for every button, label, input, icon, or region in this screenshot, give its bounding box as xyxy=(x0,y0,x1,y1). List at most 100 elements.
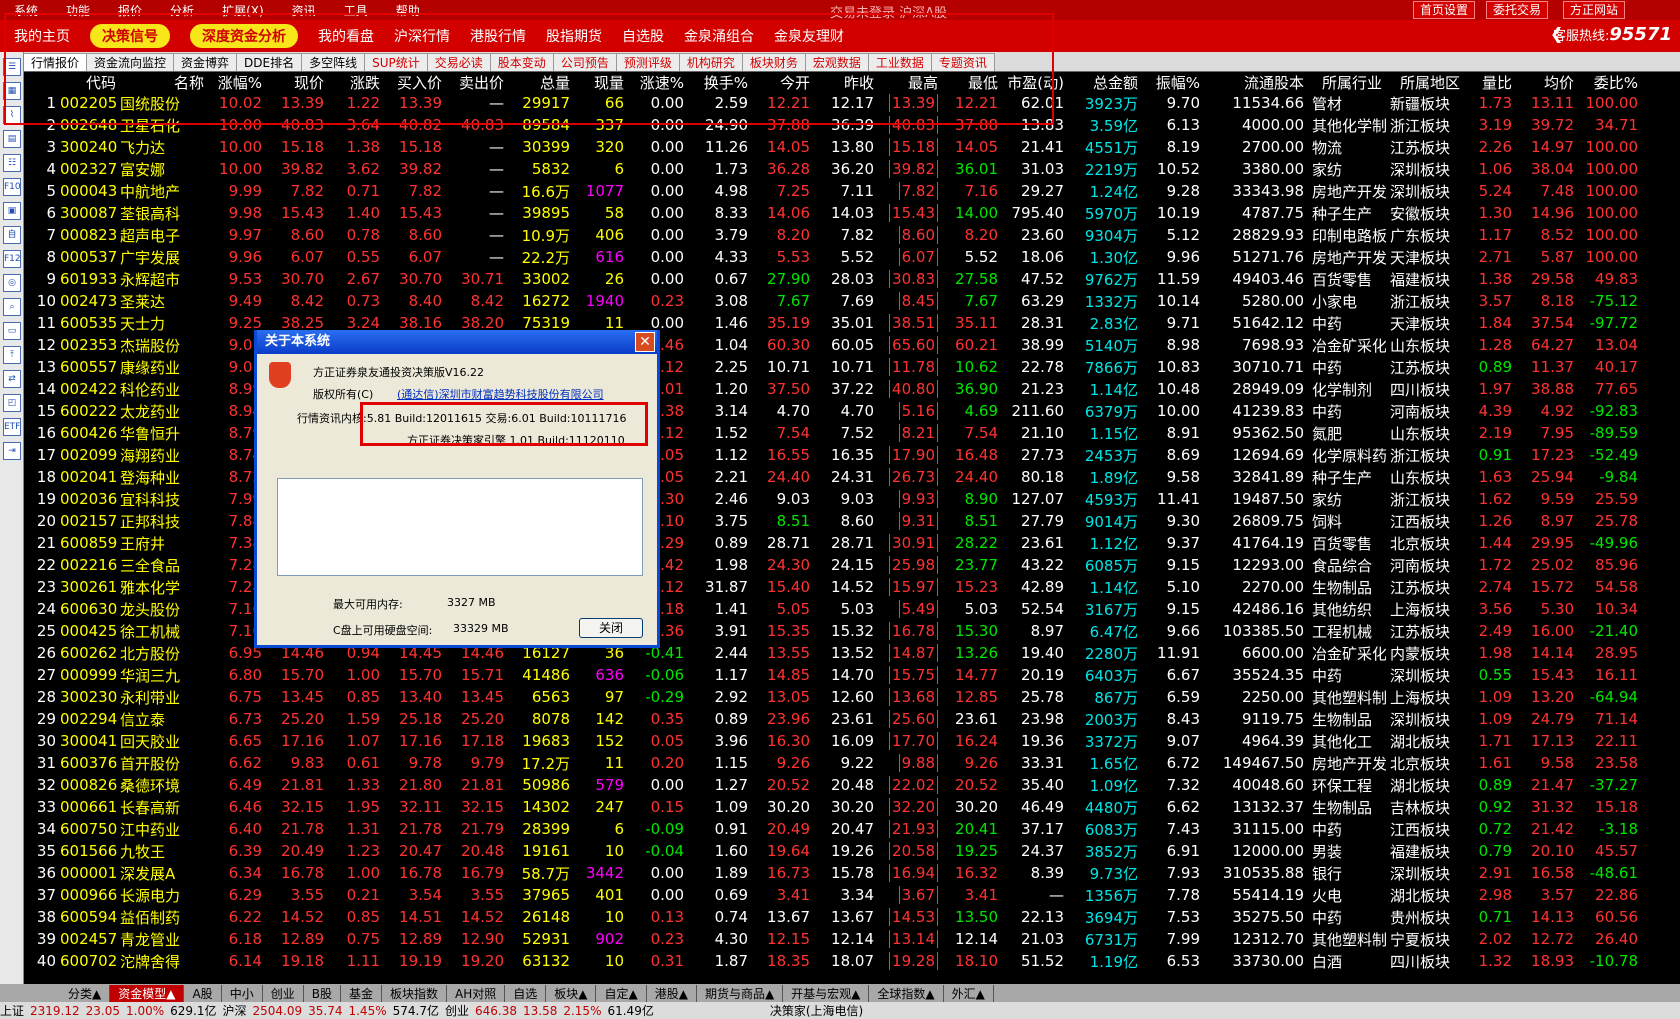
tab-5[interactable]: SUP统计 xyxy=(365,53,428,71)
tab-8[interactable]: 公司预告 xyxy=(553,53,617,71)
bottom-tab[interactable]: 自选 xyxy=(505,984,547,1002)
table-row[interactable]: 36 000001 深发展A 6.34 16.78 1.00 16.78 16.79 58.7万… xyxy=(24,862,1680,884)
menu-item[interactable]: 工具 xyxy=(330,2,382,19)
table-row[interactable]: 6 300087 荃银高科 9.98 15.43 1.40 15.43 — 39895 58 0.0… xyxy=(24,202,1680,224)
column-header[interactable]: 所属地区 xyxy=(1386,72,1464,93)
column-header[interactable]: 涨跌 xyxy=(328,72,384,93)
menu-item[interactable]: 资讯 xyxy=(278,2,330,19)
table-row[interactable]: 33 000661 长春高新 6.46 32.15 1.95 32.11 32.15 14302… xyxy=(24,796,1680,818)
column-header[interactable]: 卖出价 xyxy=(446,72,508,93)
toolbar-icon[interactable]: 自 xyxy=(3,226,21,244)
table-row[interactable]: 27 000999 华润三九 6.80 15.70 1.00 15.70 15.71 41486… xyxy=(24,664,1680,686)
table-row[interactable]: 1 002205 国统股份 10.02 13.39 1.22 13.39 — 29917 66 0.… xyxy=(24,92,1680,114)
toolbar-icon[interactable]: ⌕ xyxy=(3,298,21,316)
menu-item[interactable]: 帮助 xyxy=(382,2,434,19)
dialog-textarea[interactable] xyxy=(277,478,643,576)
tab-6[interactable]: 交易必读 xyxy=(427,53,491,71)
toolbar-icon[interactable]: ⇥ xyxy=(3,442,21,460)
menu-item[interactable]: 分析 xyxy=(156,2,208,19)
top-right-button[interactable]: 委托交易 xyxy=(1486,1,1549,19)
table-row[interactable]: 3 300240 飞力达 10.00 15.18 1.38 15.18 — 30399 320 0.… xyxy=(24,136,1680,158)
column-header[interactable]: 委比% xyxy=(1578,72,1642,93)
table-row[interactable]: 35 601566 九牧王 6.39 20.49 1.23 20.47 20.48 19161 1… xyxy=(24,840,1680,862)
toolbar-icon[interactable]: F12 xyxy=(3,250,21,268)
menu-item[interactable]: 系统 xyxy=(0,2,52,19)
nav-item[interactable]: 自选股 xyxy=(622,26,664,46)
table-row[interactable]: 38 600594 益佰制药 6.22 14.52 0.85 14.51 14.52 26148… xyxy=(24,906,1680,928)
toolbar-icon[interactable]: ETF xyxy=(3,418,21,436)
column-header[interactable]: 市盈(动) xyxy=(1002,72,1068,93)
table-row[interactable]: 28 300230 永利带业 6.75 13.45 0.85 13.40 13.45 6563 9… xyxy=(24,686,1680,708)
bottom-tab[interactable]: 板块▲ xyxy=(546,984,597,1002)
top-right-button[interactable]: 首页设置 xyxy=(1413,1,1476,19)
copyright-link[interactable]: (通达信)深圳市财富趋势科技股份有限公司 xyxy=(397,386,604,402)
column-header[interactable]: 现量 xyxy=(574,72,628,93)
toolbar-icon[interactable]: ⤒ xyxy=(3,346,21,364)
table-row[interactable]: 37 000966 长源电力 6.29 3.55 0.21 3.54 3.55 37965 401… xyxy=(24,884,1680,906)
tab-14[interactable]: 专题资讯 xyxy=(931,53,995,71)
column-header[interactable]: 最低 xyxy=(942,72,1002,93)
tab-1[interactable]: 资金流向监控 xyxy=(87,53,175,71)
column-header[interactable]: 现价 xyxy=(266,72,328,93)
bottom-tab[interactable]: 自定▲ xyxy=(596,984,647,1002)
bottom-tab[interactable]: 基金 xyxy=(341,984,382,1002)
column-header[interactable]: 涨幅% xyxy=(208,72,266,93)
nav-item[interactable]: 决策信号 xyxy=(90,24,170,48)
table-row[interactable]: 40 600702 沱牌舍得 6.14 19.18 1.11 19.19 19.20 63132… xyxy=(24,950,1680,972)
tab-13[interactable]: 工业数据 xyxy=(868,53,932,71)
table-row[interactable]: 32 000826 桑德环境 6.49 21.81 1.33 21.80 21.81 50986… xyxy=(24,774,1680,796)
nav-item[interactable]: 金泉友理财 xyxy=(774,26,844,46)
table-row[interactable]: 9 601933 永辉超市 9.53 30.70 2.67 30.70 30.71 33002 2… xyxy=(24,268,1680,290)
table-row[interactable]: 29 002294 信立泰 6.73 25.20 1.59 25.18 25.20 8078 14… xyxy=(24,708,1680,730)
nav-item[interactable]: 我的主页 xyxy=(14,26,70,46)
menu-item[interactable]: 功能 xyxy=(52,2,104,19)
toolbar-icon[interactable]: ▣ xyxy=(3,202,21,220)
column-header[interactable]: 代码 xyxy=(60,72,120,93)
column-header[interactable]: 买入价 xyxy=(384,72,446,93)
bottom-tab[interactable]: 港股▲ xyxy=(647,984,697,1002)
toolbar-icon[interactable]: ⌇ xyxy=(3,106,21,124)
tab-10[interactable]: 机构研究 xyxy=(679,53,743,71)
close-button[interactable]: 关闭 xyxy=(579,618,643,638)
table-row[interactable]: 4 002327 富安娜 10.00 39.82 3.62 39.82 — 5832 6 0.00 1… xyxy=(24,158,1680,180)
toolbar-icon[interactable]: ☷ xyxy=(3,154,21,172)
bottom-tab[interactable]: 分类▲ xyxy=(60,984,111,1002)
table-row[interactable]: 30 300041 回天胶业 6.65 17.16 1.07 17.16 17.18 19683… xyxy=(24,730,1680,752)
bottom-tab[interactable]: 期货与商品▲ xyxy=(697,984,784,1002)
menu-item[interactable]: 报价 xyxy=(104,2,156,19)
tab-0[interactable]: 行情报价 xyxy=(24,53,88,71)
bottom-tab[interactable]: B股 xyxy=(304,984,341,1002)
tab-11[interactable]: 板块财务 xyxy=(742,53,806,71)
bottom-tab[interactable]: 创业 xyxy=(263,984,304,1002)
bottom-tab[interactable]: 资金模型▲ xyxy=(110,984,185,1002)
toolbar-icon[interactable]: F10 xyxy=(3,178,21,196)
column-header[interactable]: 流通股本 xyxy=(1204,72,1308,93)
toolbar-icon[interactable]: ▦ xyxy=(3,82,21,100)
column-header[interactable]: 最高 xyxy=(878,72,942,93)
table-row[interactable]: 5 000043 中航地产 9.99 7.82 0.71 7.82 — 16.6万 1077 0.0… xyxy=(24,180,1680,202)
nav-item[interactable]: 港股行情 xyxy=(470,26,526,46)
bottom-tab[interactable]: A股 xyxy=(184,984,222,1002)
column-header[interactable]: 涨速% xyxy=(628,72,688,93)
column-header[interactable]: 量比 xyxy=(1464,72,1516,93)
tab-12[interactable]: 宏观数据 xyxy=(805,53,869,71)
table-row[interactable]: 2 002648 卫星石化 10.00 40.83 3.64 40.82 40.83 89584… xyxy=(24,114,1680,136)
bottom-tab[interactable]: AH对照 xyxy=(447,984,506,1002)
toolbar-icon[interactable]: ⇄ xyxy=(3,370,21,388)
toolbar-icon[interactable]: ▭ xyxy=(3,322,21,340)
nav-item[interactable]: 沪深行情 xyxy=(394,26,450,46)
toolbar-icon[interactable]: ◎ xyxy=(3,274,21,292)
tab-3[interactable]: DDE排名 xyxy=(237,53,303,71)
bottom-tab[interactable]: 开基与宏观▲ xyxy=(783,984,870,1002)
tab-7[interactable]: 股本变动 xyxy=(490,53,554,71)
table-row[interactable]: 7 000823 超声电子 9.97 8.60 0.78 8.60 — 10.9万 406 0.00… xyxy=(24,224,1680,246)
top-right-button[interactable]: 方正网站 xyxy=(1563,1,1626,19)
tab-9[interactable]: 预测评级 xyxy=(616,53,680,71)
nav-item[interactable]: 金泉涌组合 xyxy=(684,26,754,46)
bottom-tab[interactable]: 全球指数▲ xyxy=(869,984,944,1002)
toolbar-icon[interactable]: ▤ xyxy=(3,130,21,148)
column-header[interactable]: 名称 xyxy=(120,72,208,93)
table-row[interactable]: 34 600750 江中药业 6.40 21.78 1.31 21.78 21.79 28399… xyxy=(24,818,1680,840)
toolbar-icon[interactable]: ☰ xyxy=(3,58,21,76)
menu-item[interactable]: 扩展(X) xyxy=(208,2,278,19)
